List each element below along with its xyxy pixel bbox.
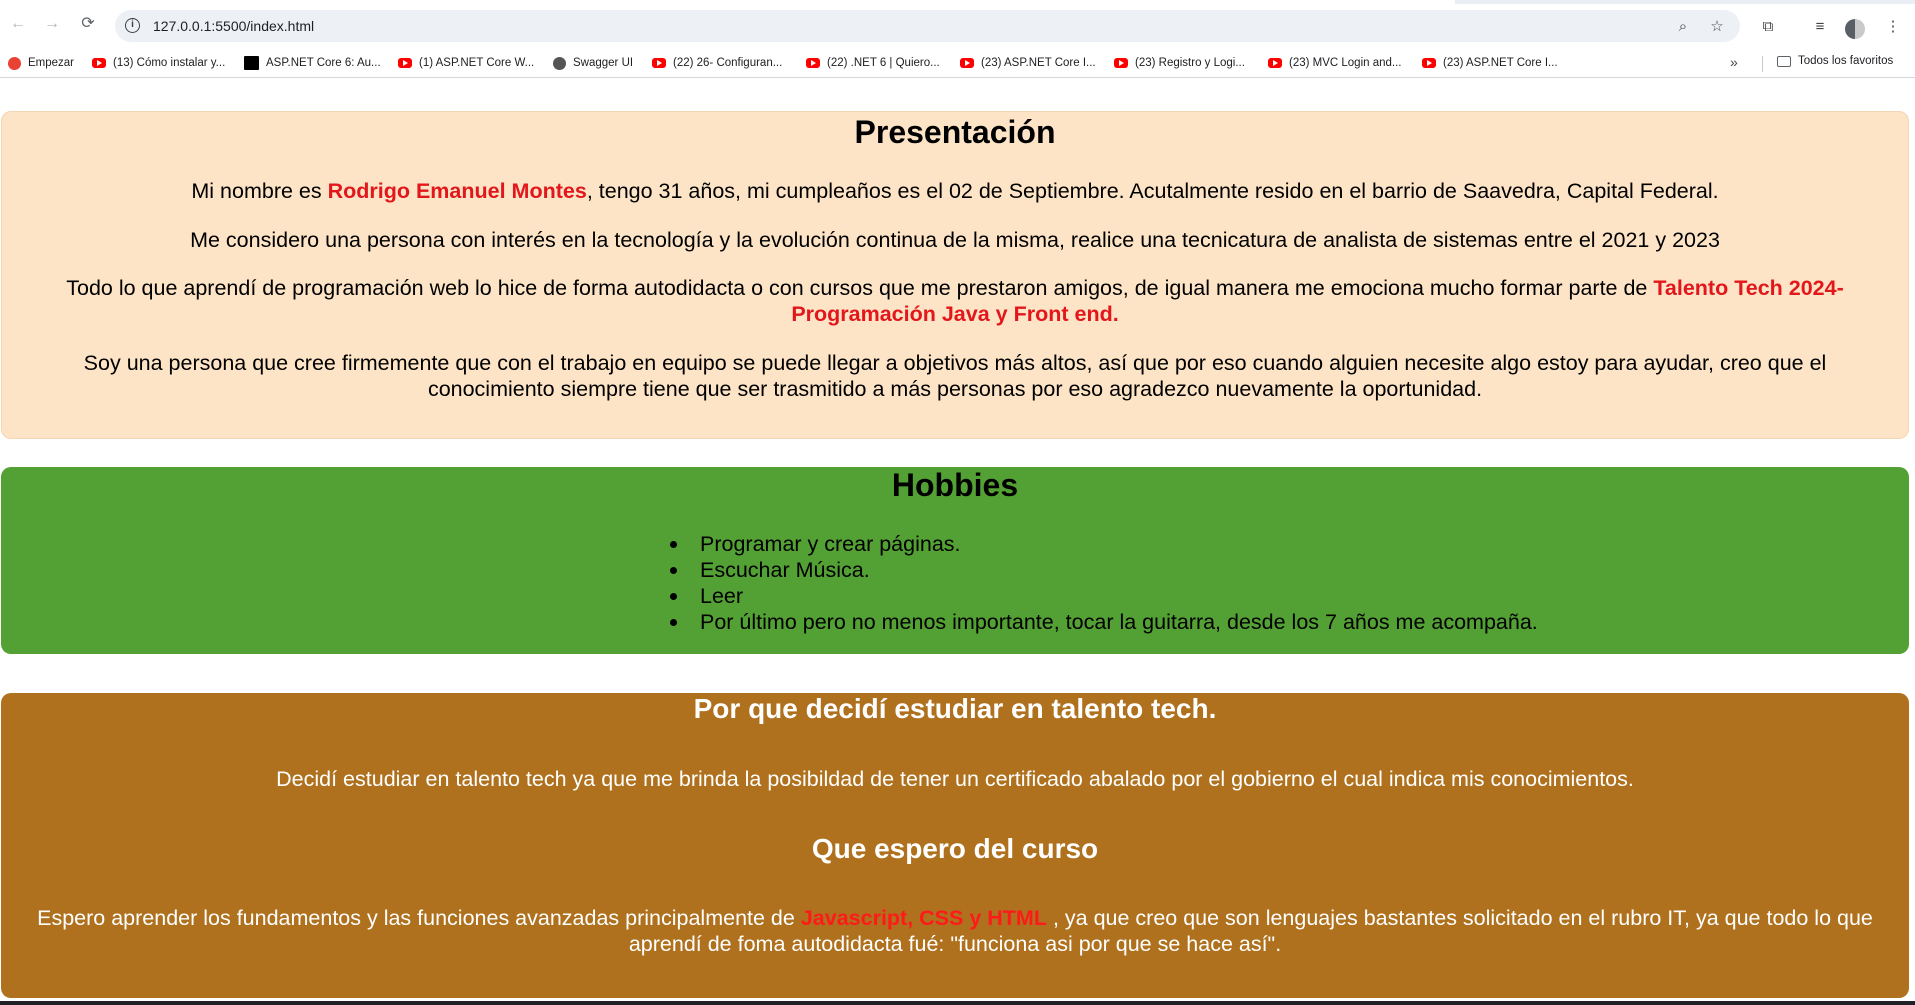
bookmark-label: (23) Registro y Logi... <box>1135 57 1245 69</box>
paragraph-text: Mi nombre es <box>191 179 328 203</box>
forward-icon[interactable]: → <box>41 13 63 35</box>
presentacion-title: Presentación <box>854 114 1056 150</box>
url-text[interactable]: 127.0.0.1:5500/index.html <box>153 18 314 34</box>
menu-kebab-icon[interactable]: ⋮ <box>1883 17 1903 37</box>
youtube-icon <box>1422 58 1436 68</box>
presentacion-paragraph-4: Soy una persona que cree firmemente que … <box>83 351 1827 401</box>
more-bookmarks-icon[interactable]: » <box>1730 54 1738 70</box>
bookmark-item[interactable]: (23) ASP.NET Core I... <box>1422 54 1558 72</box>
bookmark-item[interactable]: ASP.NET Core 6: Au... <box>244 54 381 72</box>
bullet-icon <box>670 593 677 600</box>
hobbies-list: Programar y crear páginas. Escuchar Músi… <box>670 531 1538 635</box>
paragraph-text: Espero aprender los fundamentos y las fu… <box>37 906 801 930</box>
bookmark-item[interactable]: (23) MVC Login and... <box>1268 54 1402 72</box>
youtube-icon <box>960 58 974 68</box>
zoom-icon[interactable]: ⌕ <box>1673 17 1693 37</box>
bookmark-label: (22) .NET 6 | Quiero... <box>827 57 940 69</box>
talento-paragraph-1: Decidí estudiar en talento tech ya que m… <box>276 767 1634 791</box>
expectations-title: Que espero del curso <box>811 833 1099 864</box>
bookmark-item[interactable]: (13) Cómo instalar y... <box>92 54 225 72</box>
dev-icon <box>244 56 259 70</box>
bookmark-item[interactable]: Swagger UI <box>553 54 633 72</box>
folder-icon <box>1777 55 1791 67</box>
taskbar-edge <box>0 1001 1915 1005</box>
site-info-icon[interactable]: i <box>125 18 140 33</box>
youtube-icon <box>652 58 666 68</box>
highlighted-technologies: Javascript, CSS y HTML <box>800 906 1047 930</box>
profile-avatar[interactable] <box>1845 19 1865 39</box>
bookmark-label: (23) ASP.NET Core I... <box>1443 57 1558 69</box>
bookmark-item[interactable]: (22) .NET 6 | Quiero... <box>806 54 940 72</box>
bookmark-item[interactable]: (22) 26- Configuran... <box>652 54 782 72</box>
bookmark-label: (13) Cómo instalar y... <box>113 57 226 69</box>
bookmark-item[interactable]: Empezar <box>8 54 74 72</box>
bookmark-label: (1) ASP.NET Core W... <box>419 57 535 69</box>
bookmark-item[interactable]: (23) Registro y Logi... <box>1114 54 1245 72</box>
bullet-icon <box>670 619 677 626</box>
list-item: Leer <box>670 583 1538 609</box>
all-bookmarks-label: Todos los favoritos <box>1798 55 1894 67</box>
youtube-icon <box>398 58 412 68</box>
highlighted-name: Rodrigo Emanuel Montes <box>327 179 587 203</box>
extensions-icon[interactable]: ⧉ <box>1758 17 1778 37</box>
presentacion-paragraph-3: Todo lo que aprendí de programación web … <box>22 275 1888 327</box>
list-item-text: Programar y crear páginas. <box>700 532 961 556</box>
list-item: Por último pero no menos importante, toc… <box>670 609 1538 635</box>
bookmark-item[interactable]: (1) ASP.NET Core W... <box>398 54 534 72</box>
bookmark-label: (22) 26- Configuran... <box>673 57 783 69</box>
bookmark-item[interactable]: (23) ASP.NET Core I... <box>960 54 1096 72</box>
list-item-text: Por último pero no menos importante, toc… <box>700 610 1538 634</box>
back-icon[interactable]: ← <box>7 13 29 35</box>
bookmark-label: (23) ASP.NET Core I... <box>981 57 1096 69</box>
youtube-icon <box>92 58 106 68</box>
talento-paragraph-2: Espero aprender los fundamentos y las fu… <box>11 905 1899 957</box>
hobbies-section: Hobbies Programar y crear páginas. Escuc… <box>1 467 1909 654</box>
list-item-text: Leer <box>700 584 744 608</box>
all-bookmarks-folder[interactable]: Todos los favoritos <box>1777 55 1893 67</box>
bookmark-label: Empezar <box>28 57 75 69</box>
bookmarks-divider <box>1762 56 1763 72</box>
bookmark-label: Swagger UI <box>573 57 634 69</box>
bookmarks-bar: Empezar (13) Cómo instalar y... ASP.NET … <box>0 48 1915 78</box>
presentacion-paragraph-2: Me considero una persona con interés en … <box>190 228 1720 252</box>
media-queue-icon[interactable]: ≡ <box>1810 17 1830 37</box>
start-icon <box>8 56 21 70</box>
talento-tech-section: Por que decidí estudiar en talento tech.… <box>1 693 1909 998</box>
browser-toolbar: ← → ⟳ i 127.0.0.1:5500/index.html ⌕ ☆ ⧉ … <box>0 4 1915 48</box>
bookmark-label: ASP.NET Core 6: Au... <box>266 57 381 69</box>
paragraph-text: Todo lo que aprendí de programación web … <box>66 276 1654 300</box>
bullet-icon <box>670 567 677 574</box>
bookmark-star-icon[interactable]: ☆ <box>1707 17 1727 37</box>
list-item: Escuchar Música. <box>670 557 1538 583</box>
hobbies-title: Hobbies <box>891 467 1019 503</box>
reload-icon[interactable]: ⟳ <box>77 13 99 35</box>
presentacion-paragraph-1: Mi nombre es Rodrigo Emanuel Montes, ten… <box>22 178 1888 204</box>
bookmark-label: (23) MVC Login and... <box>1289 57 1402 69</box>
youtube-icon <box>1114 58 1128 68</box>
list-item: Programar y crear páginas. <box>670 531 1538 557</box>
address-bar[interactable]: i 127.0.0.1:5500/index.html ⌕ ☆ <box>115 10 1740 42</box>
list-item-text: Escuchar Música. <box>700 558 870 582</box>
youtube-icon <box>1268 58 1282 68</box>
talento-title: Por que decidí estudiar en talento tech. <box>693 693 1217 724</box>
swagger-icon <box>553 56 566 70</box>
youtube-icon <box>806 58 820 68</box>
bullet-icon <box>670 541 677 548</box>
paragraph-text: , tengo 31 años, mi cumpleaños es el 02 … <box>586 179 1719 203</box>
presentacion-section: Presentación Mi nombre es Rodrigo Emanue… <box>1 111 1909 439</box>
